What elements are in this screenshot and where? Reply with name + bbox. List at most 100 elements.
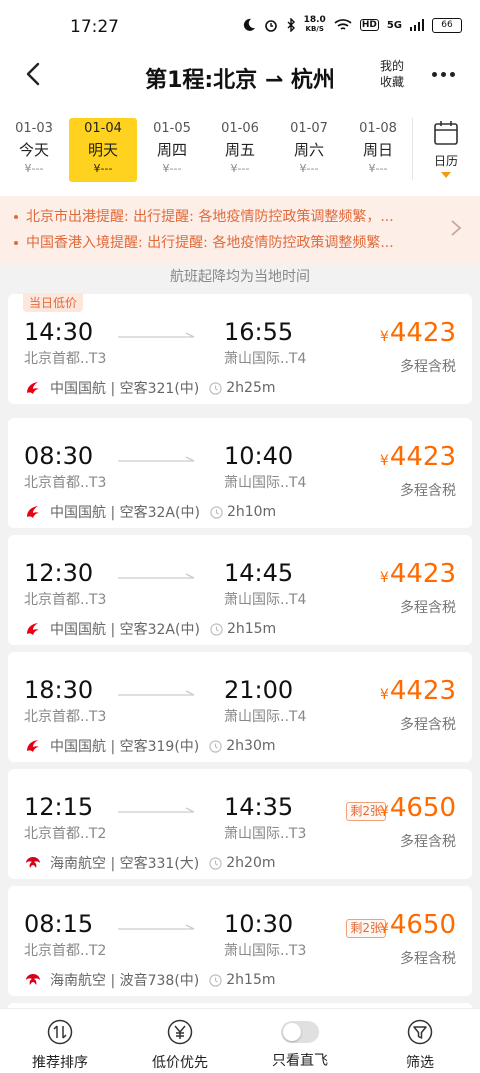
lowest-price-first-button[interactable]: 低价优先 bbox=[130, 1019, 230, 1072]
flight-card[interactable]: 当日低价 14:30 16:55 北京首都..T3 萧山国际..T4 ¥4423 多程含税中… bbox=[8, 293, 472, 404]
more-icon[interactable] bbox=[432, 62, 460, 86]
hainan-airlines-logo-icon bbox=[26, 857, 40, 868]
departure-airport: 北京首都..T2 bbox=[24, 943, 107, 959]
flight-card[interactable]: 18:30 21:00 北京首都..T3 萧山国际..T4 ¥4423 多程含税 中国国航 … bbox=[8, 652, 472, 762]
date-tab[interactable]: 01-06 周五 ¥--- bbox=[206, 118, 274, 182]
flight-duration: 2h10m bbox=[226, 504, 277, 520]
airline-aircraft: 海南航空 | 空客331(大) bbox=[50, 856, 200, 872]
flight-card[interactable]: 12:30 14:45 北京首都..T3 萧山国际..T4 ¥4423 多程含税 中国国航 … bbox=[8, 535, 472, 645]
sort-recommended-button[interactable]: 推荐排序 bbox=[10, 1019, 110, 1072]
departure-airport: 北京首都..T3 bbox=[24, 592, 107, 608]
air-china-logo-icon bbox=[27, 623, 39, 635]
arrival-airport: 萧山国际..T3 bbox=[224, 826, 307, 842]
network-speed: 18.0 KB/S bbox=[303, 15, 326, 34]
airline-aircraft: 中国国航 | 空客321(中) bbox=[50, 381, 200, 397]
flight-card[interactable]: 08:15 10:30 北京首都..T2 萧山国际..T3 剩2张 ¥4650 多程含税 海南… bbox=[8, 886, 472, 996]
moon-icon bbox=[243, 18, 255, 31]
network-type: 5G bbox=[386, 19, 402, 31]
clock-icon bbox=[209, 973, 222, 987]
hd-badge: HD bbox=[359, 19, 379, 31]
airline-info: 中国国航 | 空客319(中) 2h30m bbox=[24, 736, 276, 756]
hainan-airlines-logo-icon bbox=[26, 974, 40, 985]
alarm-icon bbox=[264, 20, 277, 32]
bullet-icon bbox=[14, 241, 18, 245]
departure-time: 08:15 bbox=[24, 910, 94, 938]
notice-item: 北京市出港提醒: 出行提醒: 各地疫情防控政策调整频繁，... bbox=[14, 206, 434, 226]
airline-aircraft: 海南航空 | 波音738(中) bbox=[50, 973, 200, 989]
airline-info: 中国国航 | 空客32A(中) 2h10m bbox=[24, 502, 276, 522]
bottom-toolbar: 推荐排序 低价优先 只看直飞 筛选 bbox=[0, 1008, 480, 1073]
date-tab[interactable]: 01-05 周四 ¥--- bbox=[138, 118, 206, 182]
calendar-button[interactable]: 日历 bbox=[420, 120, 472, 178]
clock-icon bbox=[209, 381, 222, 395]
airline-aircraft: 中国国航 | 空客32A(中) bbox=[50, 505, 200, 521]
tax-note: 多程含税 bbox=[400, 600, 456, 616]
airline-info: 中国国航 | 空客321(中) 2h25m bbox=[24, 378, 276, 398]
flight-duration: 2h15m bbox=[226, 972, 276, 988]
clock-icon bbox=[210, 505, 223, 519]
flight-arrow-icon bbox=[118, 332, 195, 338]
flight-arrow-icon bbox=[118, 573, 195, 579]
arrival-airport: 萧山国际..T4 bbox=[224, 709, 307, 725]
departure-time: 12:15 bbox=[24, 793, 94, 821]
airline-aircraft: 中国国航 | 空客32A(中) bbox=[50, 622, 200, 638]
departure-time: 12:30 bbox=[24, 559, 94, 587]
price: ¥4650 bbox=[379, 793, 456, 823]
toggle-switch[interactable] bbox=[281, 1021, 319, 1043]
notice-item: 中国香港入境提醒: 出行提醒: 各地疫情防控政策调整频繁... bbox=[14, 232, 434, 252]
departure-airport: 北京首都..T3 bbox=[24, 709, 107, 725]
date-tab[interactable]: 01-07 周六 ¥--- bbox=[275, 118, 343, 182]
status-bar: 17:27 18.0 KB/S HD 5G 66 bbox=[0, 0, 480, 54]
departure-time: 08:30 bbox=[24, 442, 94, 470]
arrival-time: 10:30 bbox=[224, 910, 294, 938]
battery-icon: 66 bbox=[432, 17, 462, 33]
filter-icon bbox=[407, 1019, 433, 1045]
date-tab[interactable]: 01-03 今天 ¥--- bbox=[0, 118, 68, 182]
flight-arrow-icon bbox=[118, 807, 195, 813]
direct-flights-only-toggle[interactable]: 只看直飞 bbox=[250, 1019, 350, 1070]
divider bbox=[412, 118, 413, 180]
chevron-right-icon[interactable] bbox=[448, 218, 464, 238]
date-tab[interactable]: 01-08 周日 ¥--- bbox=[344, 118, 412, 182]
departure-airport: 北京首都..T3 bbox=[24, 351, 107, 367]
filter-button[interactable]: 筛选 bbox=[370, 1019, 470, 1072]
arrival-time: 21:00 bbox=[224, 676, 294, 704]
travel-notices[interactable]: 北京市出港提醒: 出行提醒: 各地疫情防控政策调整频繁，... 中国香港入境提醒… bbox=[0, 196, 480, 264]
departure-time: 14:30 bbox=[24, 318, 94, 346]
air-china-logo-icon bbox=[27, 506, 39, 518]
departure-time: 18:30 bbox=[24, 676, 94, 704]
tax-note: 多程含税 bbox=[400, 359, 456, 375]
arrival-time: 16:55 bbox=[224, 318, 294, 346]
tax-note: 多程含税 bbox=[400, 834, 456, 850]
date-tab-selected[interactable]: 01-04 明天 ¥--- bbox=[69, 118, 137, 182]
arrival-time: 14:45 bbox=[224, 559, 294, 587]
airline-info: 海南航空 | 波音738(中) 2h15m bbox=[24, 970, 276, 990]
flight-duration: 2h25m bbox=[226, 380, 276, 396]
clock-icon bbox=[210, 622, 223, 636]
flight-card[interactable]: 12:15 14:35 北京首都..T2 萧山国际..T3 剩2张 ¥4650 多程含税 海南… bbox=[8, 769, 472, 879]
departure-airport: 北京首都..T2 bbox=[24, 826, 107, 842]
wifi-icon bbox=[334, 19, 352, 30]
bullet-icon bbox=[14, 215, 18, 219]
arrival-time: 10:40 bbox=[224, 442, 294, 470]
flight-duration: 2h20m bbox=[226, 855, 276, 871]
my-favorites-button[interactable]: 我的 收藏 bbox=[372, 58, 412, 90]
arrival-airport: 萧山国际..T3 bbox=[224, 943, 307, 959]
flight-card[interactable]: 08:30 10:40 北京首都..T3 萧山国际..T4 ¥4423 多程含税 中国国航 … bbox=[8, 418, 472, 528]
flight-arrow-icon bbox=[118, 690, 195, 696]
date-selector: 01-03 今天 ¥--- 01-04 明天 ¥--- 01-05 周四 ¥--… bbox=[0, 100, 480, 196]
yen-icon bbox=[167, 1019, 193, 1045]
price: ¥4650 bbox=[379, 910, 456, 940]
tax-note: 多程含税 bbox=[400, 717, 456, 733]
airline-aircraft: 中国国航 | 空客319(中) bbox=[50, 739, 200, 755]
calendar-icon bbox=[434, 121, 458, 145]
arrival-time: 14:35 bbox=[224, 793, 294, 821]
price: ¥4423 bbox=[379, 442, 456, 472]
bluetooth-icon bbox=[287, 18, 295, 32]
arrival-airport: 萧山国际..T4 bbox=[224, 351, 307, 367]
price: ¥4423 bbox=[379, 318, 456, 348]
arrival-airport: 萧山国际..T4 bbox=[224, 475, 307, 491]
sort-icon bbox=[47, 1019, 73, 1045]
price: ¥4423 bbox=[379, 559, 456, 589]
airline-info: 中国国航 | 空客32A(中) 2h15m bbox=[24, 619, 276, 639]
